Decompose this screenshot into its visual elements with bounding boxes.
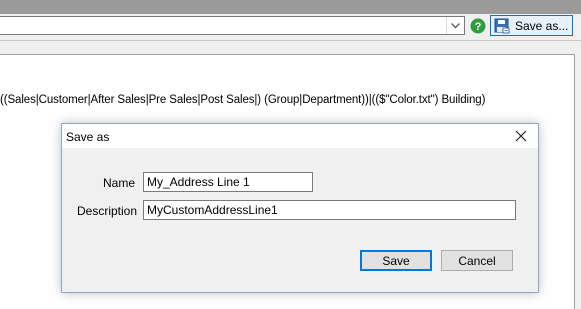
description-field[interactable]: MyCustomAddressLine1 <box>143 200 516 220</box>
chevron-down-icon <box>451 22 460 28</box>
save-as-button-label: Save as... <box>515 18 569 33</box>
save-as-dialog: Save as Name My_Address Line 1 Descripti… <box>61 123 539 293</box>
save-as-button[interactable]: Save as... <box>490 15 573 36</box>
save-button[interactable]: Save <box>360 250 432 271</box>
window-top-strip <box>0 0 581 14</box>
expression-combobox[interactable] <box>0 16 465 35</box>
window-right-edge <box>575 54 581 309</box>
svg-text:?: ? <box>475 21 482 33</box>
name-field[interactable]: My_Address Line 1 <box>143 172 313 192</box>
combobox-dropdown-button[interactable] <box>446 17 464 34</box>
question-circle-icon[interactable]: ? <box>470 18 486 34</box>
toolbar-divider <box>0 40 581 41</box>
dialog-title: Save as <box>66 130 110 144</box>
dialog-titlebar[interactable]: Save as <box>62 124 538 148</box>
expression-text: ((Sales|Customer|After Sales|Pre Sales|P… <box>0 94 486 106</box>
name-label: Name <box>103 176 136 190</box>
toolbar: ? Save as... <box>0 14 581 40</box>
cancel-button[interactable]: Cancel <box>441 250 513 271</box>
description-label: Description <box>77 204 138 218</box>
close-icon[interactable] <box>514 129 528 143</box>
save-as-icon <box>494 18 510 33</box>
